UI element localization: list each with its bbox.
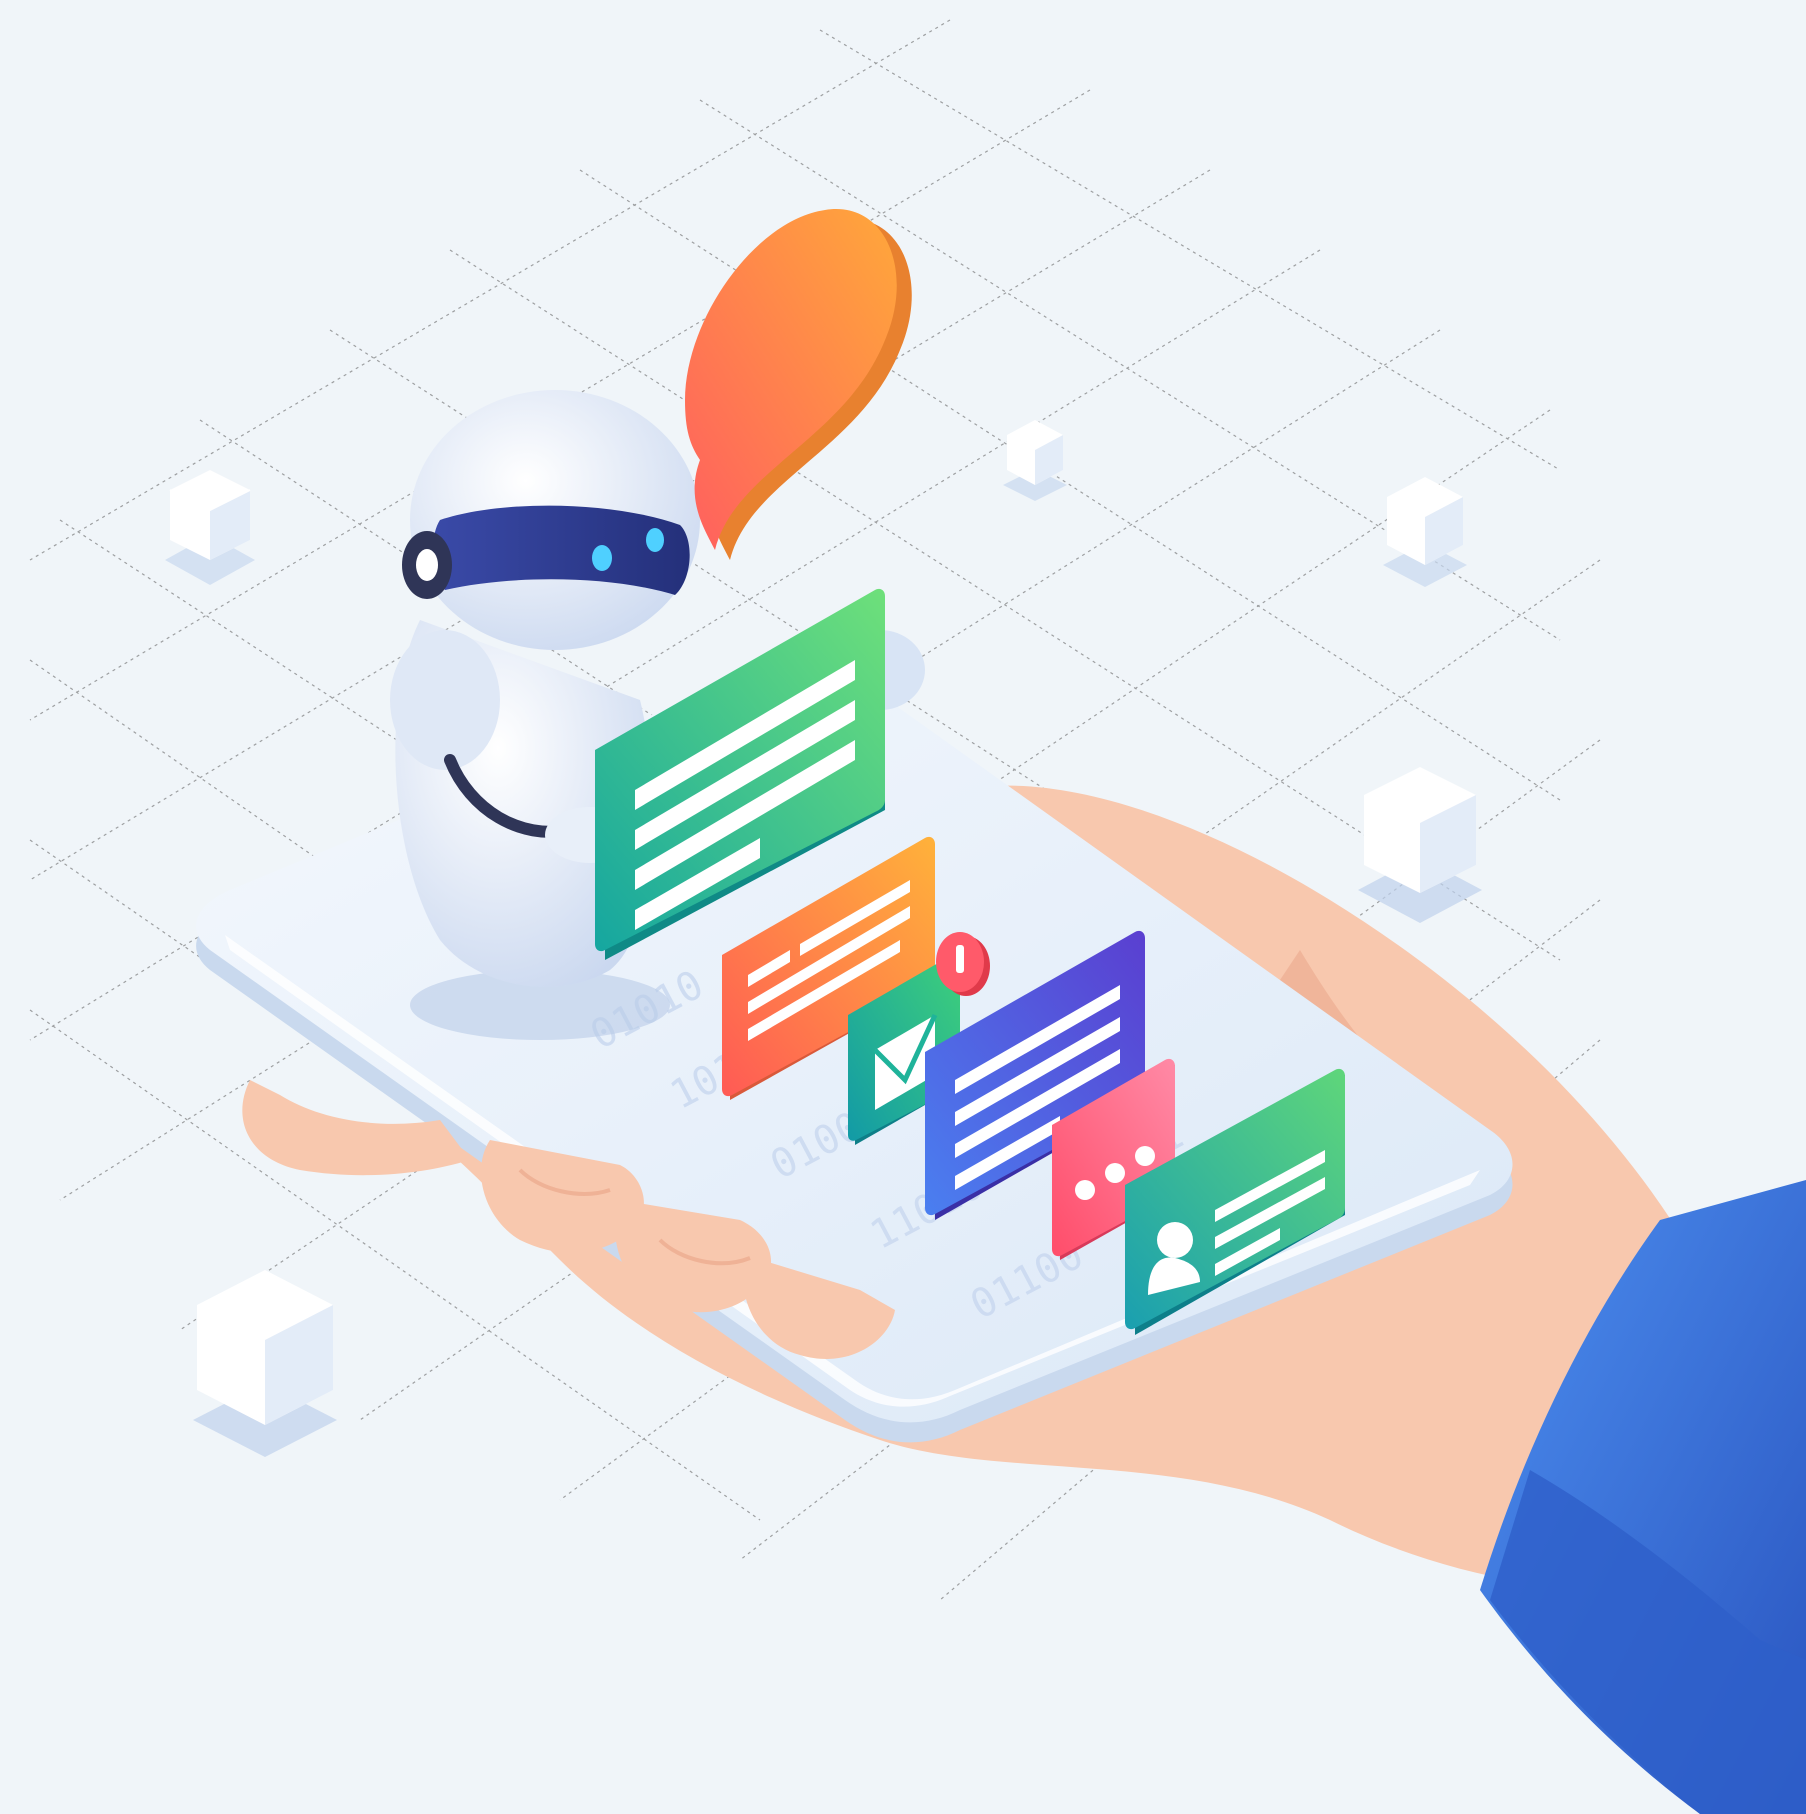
floating-cube	[1003, 420, 1067, 501]
floating-cube	[1383, 477, 1467, 587]
illustration-svg: 01010 10101 01001 11010 01100 10011	[0, 0, 1806, 1814]
illustration-scene: 01010 10101 01001 11010 01100 10011	[0, 0, 1806, 1814]
floating-cube	[193, 1270, 337, 1457]
floating-cube	[1358, 767, 1482, 923]
